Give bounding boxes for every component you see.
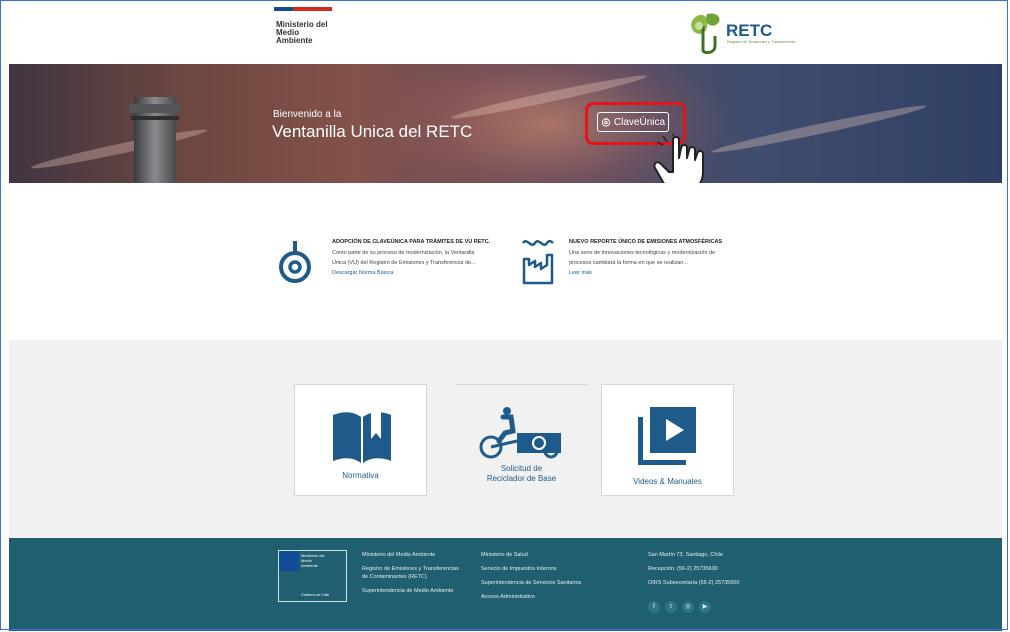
footer-link[interactable]: de Contaminantes (RETC): [362, 573, 459, 581]
news-title: NUEVO REPORTE ÚNICO DE EMISIONES ATMOSFÉ…: [569, 239, 723, 245]
card-label-line: Solicitud de: [500, 464, 543, 473]
card-videos-manuales[interactable]: Videos & Manuales: [601, 384, 734, 496]
news-body-line: procesos cambiará la forma en que se rea…: [569, 260, 688, 266]
cloud-streak: [29, 125, 209, 173]
footer-phone: Recepción: (56-2) 25735600: [648, 566, 718, 572]
chile-flag-bar: [274, 7, 332, 11]
footer-col-1: Ministerio del Medio Ambiente Registro d…: [362, 551, 459, 595]
news-body-line: Una serie de innovaciones tecnológicas y…: [569, 250, 716, 256]
news-body: Una serie de innovaciones tecnológicas y…: [569, 248, 769, 268]
news-title: ADOPCIÓN DE CLAVEÚNICA PARA TRÁMITES DE …: [332, 239, 491, 245]
cloud-streak: [710, 101, 928, 157]
top-bar: Ministerio del Medio Ambiente RETC Regis…: [9, 1, 1002, 64]
gobierno-logo[interactable]: Ministerio del Medio Ambiente Gobierno d…: [278, 550, 347, 602]
footer-link[interactable]: Superintendencia de Servicios Sanitarios: [481, 579, 581, 587]
hero-title: Ventanilla Unica del RETC: [272, 122, 473, 141]
youtube-icon[interactable]: ▶: [699, 601, 711, 613]
news-link[interactable]: Leer más: [569, 270, 769, 276]
news-link[interactable]: Descargar Norma Básica: [332, 270, 517, 276]
card-reciclador[interactable]: Solicitud de Reciclador de Base: [455, 384, 588, 496]
instagram-icon[interactable]: ◎: [682, 601, 694, 613]
claveunica-login-button[interactable]: ClaveÚnica: [597, 112, 669, 132]
recycler-cart-icon: [479, 407, 561, 459]
news-body-line: Como parte de su proceso de modernizació…: [332, 250, 475, 256]
services-section: Normativa Solicitud de Reciclador de Bas…: [9, 340, 1002, 538]
claveunica-label: ClaveÚnica: [613, 116, 666, 128]
page: Ministerio del Medio Ambiente RETC Regis…: [9, 1, 1002, 631]
retc-logo-subtitle: Registro de Emisiones y Transferencia: [727, 39, 796, 44]
footer-phone: OIRS Subsecretaría (56-2) 25735600: [648, 580, 740, 586]
footer-link[interactable]: Registro de Emisiones y Transferencias: [362, 565, 459, 573]
factory-icon: [521, 239, 554, 285]
footer-link[interactable]: Ministerio de Salud: [481, 551, 581, 559]
news-body-line: Única (VU) del Registro de Emisiones y T…: [332, 260, 476, 266]
footer: Ministerio del Medio Ambiente Gobierno d…: [9, 538, 1002, 631]
footer-col-3: San Martín 73, Santiago, Chile Recepción…: [648, 551, 739, 587]
gob-text: Ministerio del Medio Ambiente: [301, 553, 325, 568]
hero-banner: Bienvenido a la Ventanilla Unica del RET…: [9, 64, 1002, 183]
news-section: ADOPCIÓN DE CLAVEÚNICA PARA TRÁMITES DE …: [9, 183, 1002, 340]
news-body: Como parte de su proceso de modernizació…: [332, 248, 517, 268]
hero-welcome-text: Bienvenido a la: [273, 109, 342, 120]
card-label-line: Reciclador de Base: [486, 474, 557, 483]
ministry-logo[interactable]: Ministerio del Medio Ambiente: [276, 21, 328, 45]
gob-bottom: Gobierno de Chile: [301, 593, 330, 597]
card-label: Solicitud de Reciclador de Base: [455, 464, 588, 484]
gob-line: Ambiente: [301, 563, 318, 568]
footer-link[interactable]: Acceso Administrativo: [481, 593, 581, 601]
twitter-icon[interactable]: t: [665, 601, 677, 613]
chimney-band: [131, 116, 179, 120]
claveunica-icon: [601, 118, 611, 127]
footer-col-2: Ministerio de Salud Servicio de Impuesto…: [481, 551, 581, 601]
video-play-icon: [638, 407, 696, 465]
pointer-hand-icon: [653, 134, 704, 183]
news-item: NUEVO REPORTE ÚNICO DE EMISIONES ATMOSFÉ…: [569, 239, 769, 276]
retc-logo-text: RETC: [726, 21, 773, 40]
chimney-top: [129, 104, 181, 113]
card-normativa[interactable]: Normativa: [294, 384, 427, 496]
footer-link[interactable]: Superintendencia de Medio Ambiente: [362, 587, 459, 595]
footer-address: San Martín 73, Santiago, Chile: [648, 552, 723, 558]
facebook-icon[interactable]: f: [648, 601, 660, 613]
claveunica-icon: [279, 241, 311, 283]
footer-link[interactable]: Servicio de Impuestos Internos: [481, 565, 581, 573]
footer-link[interactable]: Ministerio del Medio Ambiente: [362, 551, 459, 559]
card-label: Videos & Manuales: [633, 477, 702, 486]
card-label: Normativa: [342, 471, 379, 480]
flag-square: [279, 551, 299, 571]
book-icon: [333, 409, 391, 463]
ministry-line-3: Ambiente: [276, 36, 313, 45]
news-item: ADOPCIÓN DE CLAVEÚNICA PARA TRÁMITES DE …: [332, 239, 517, 276]
